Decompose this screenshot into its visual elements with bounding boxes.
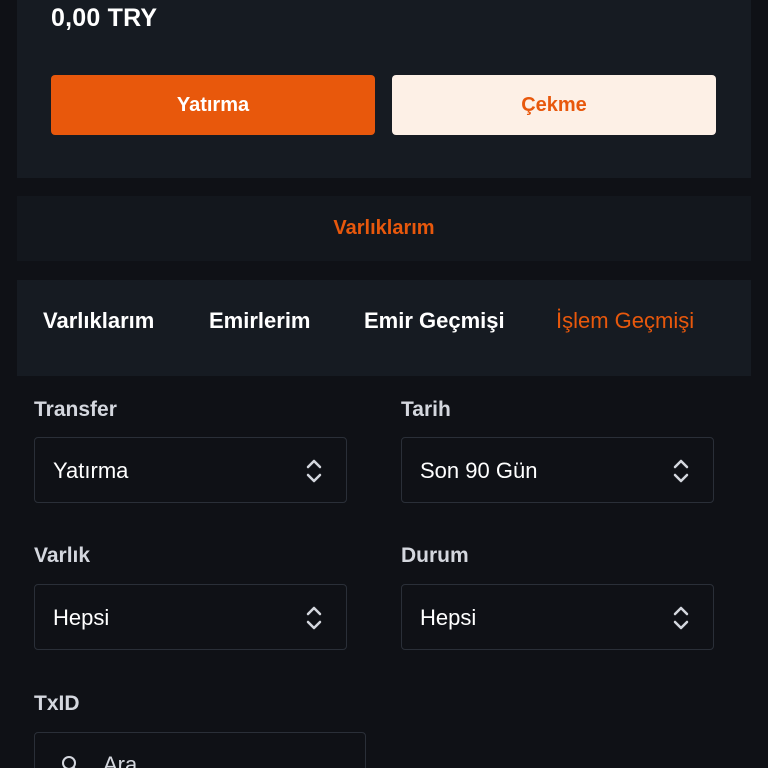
status-select[interactable]: Hepsi [401,584,714,650]
status-label: Durum [401,544,469,567]
transfer-select[interactable]: Yatırma [34,437,347,503]
tab-bar: Varlıklarım Emirlerim Emir Geçmişi İşlem… [17,280,751,376]
date-select[interactable]: Son 90 Gün [401,437,714,503]
date-select-value: Son 90 Gün [420,458,538,483]
balance-amount: 0,00 TRY [51,4,158,32]
tab-assets[interactable]: Varlıklarım [43,308,154,334]
chevron-up-down-icon [673,606,689,630]
transfer-label: Transfer [34,398,117,421]
asset-select-value: Hepsi [53,605,110,630]
tab-order-history[interactable]: Emir Geçmişi [364,308,505,334]
tab-orders[interactable]: Emirlerim [209,308,311,334]
balance-card: 0,00 TRY Yatırma Çekme [17,0,751,178]
filter-panel: Transfer Yatırma Tarih Son 90 Gün Varlık… [17,376,751,768]
deposit-button[interactable]: Yatırma [51,75,375,135]
txid-search-field[interactable] [34,732,366,768]
chevron-up-down-icon [306,459,322,483]
tab-transaction-history[interactable]: İşlem Geçmişi [556,308,694,334]
chevron-up-down-icon [673,459,689,483]
search-icon [62,756,76,768]
date-label: Tarih [401,398,451,421]
status-select-value: Hepsi [420,605,477,630]
withdraw-button[interactable]: Çekme [392,75,716,135]
wallet-page: 0,00 TRY Yatırma Çekme Varlıklarım Varlı… [0,0,768,768]
transfer-select-value: Yatırma [53,458,129,483]
txid-label: TxID [34,692,80,715]
assets-link[interactable]: Varlıklarım [17,196,751,261]
txid-search-input[interactable] [101,749,345,768]
chevron-up-down-icon [306,606,322,630]
asset-label: Varlık [34,544,91,567]
asset-select[interactable]: Hepsi [34,584,347,650]
